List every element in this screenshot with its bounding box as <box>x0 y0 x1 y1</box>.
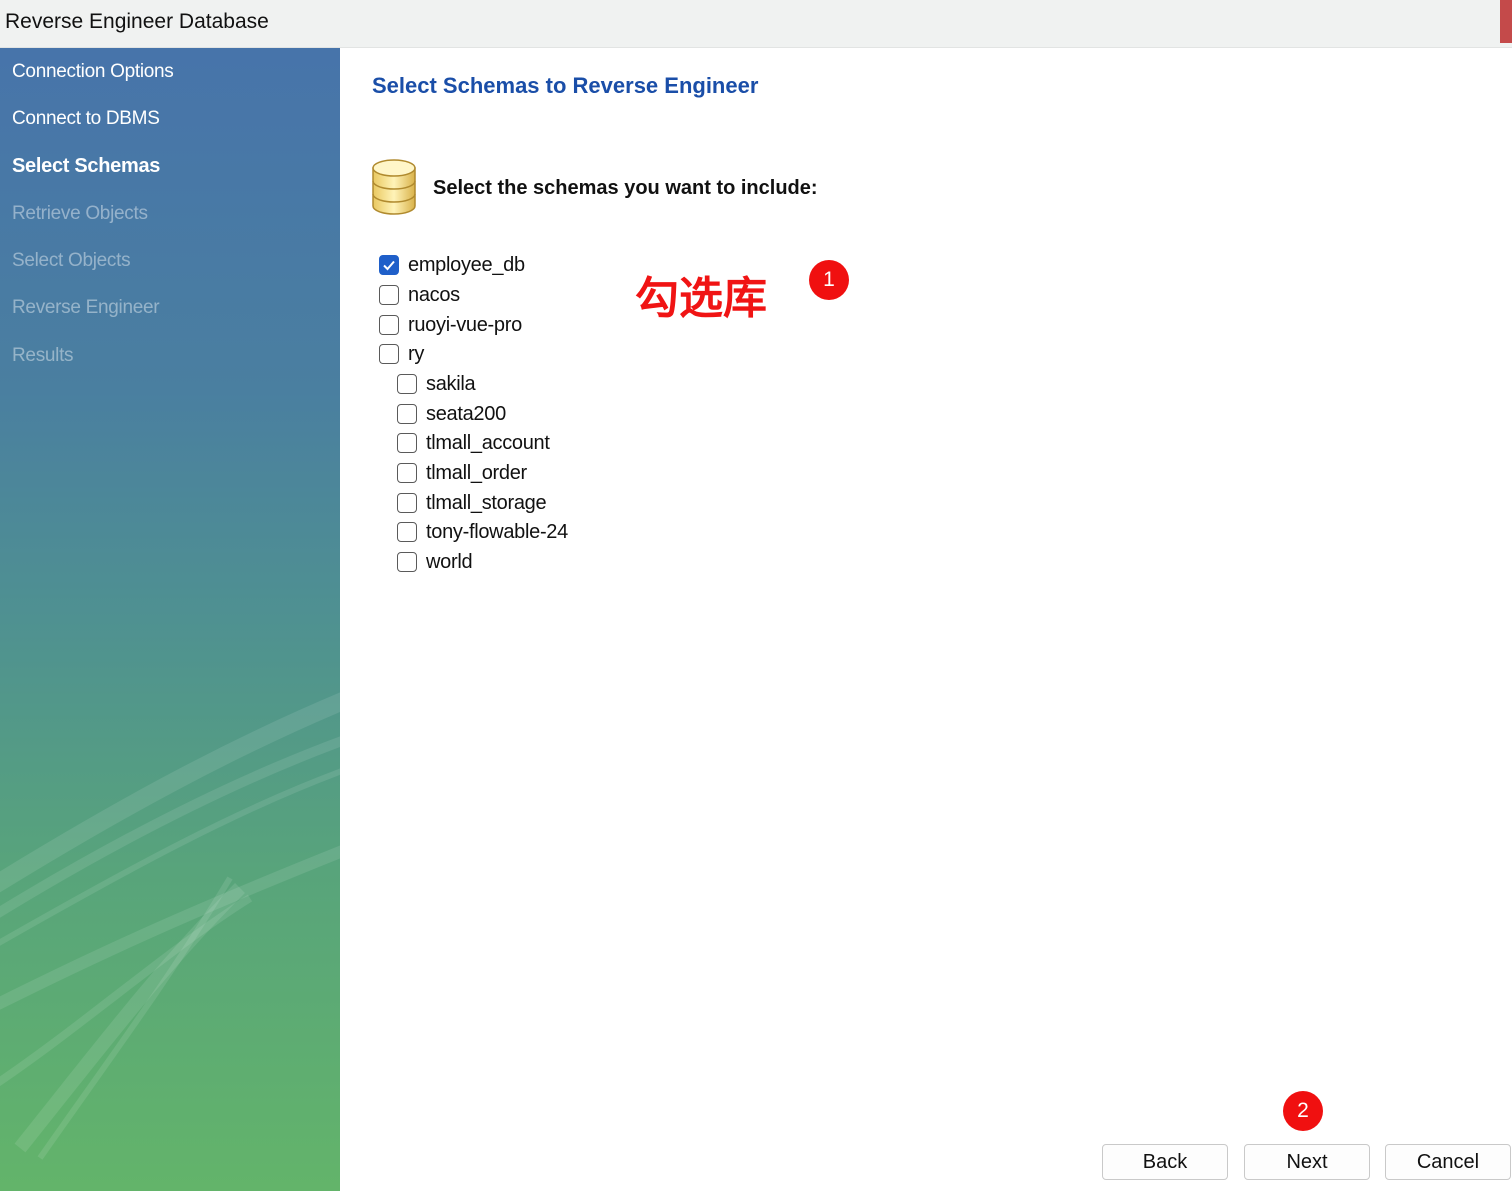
schema-checkbox[interactable] <box>397 374 417 394</box>
schema-label: ry <box>408 342 425 365</box>
schema-label: tlmall_storage <box>426 491 547 514</box>
page-heading: Select Schemas to Reverse Engineer <box>372 73 759 98</box>
step-connection-options: Connection Options <box>12 61 174 82</box>
schema-item[interactable]: employee_db <box>379 251 525 279</box>
schema-label: seata200 <box>426 402 506 425</box>
schema-checkbox[interactable] <box>379 315 399 335</box>
step-reverse-engineer: Reverse Engineer <box>12 297 160 318</box>
schema-checkbox[interactable] <box>397 463 417 483</box>
back-button[interactable]: Back <box>1102 1144 1228 1180</box>
schema-label: tlmall_account <box>426 431 550 454</box>
schema-label: ruoyi-vue-pro <box>408 313 522 336</box>
schema-label: nacos <box>408 283 460 306</box>
schema-item[interactable]: nacos <box>379 281 460 309</box>
schema-item[interactable]: sakila <box>397 370 476 398</box>
next-button[interactable]: Next <box>1244 1144 1370 1180</box>
schema-checkbox[interactable] <box>379 285 399 305</box>
window-title: Reverse Engineer Database <box>5 10 269 33</box>
cancel-button[interactable]: Cancel <box>1385 1144 1511 1180</box>
close-button[interactable] <box>1500 0 1512 43</box>
step-results: Results <box>12 345 74 366</box>
schemas-prompt: Select the schemas you want to include: <box>433 177 818 199</box>
schema-item[interactable]: seata200 <box>397 400 506 428</box>
schema-item[interactable]: tony-flowable-24 <box>397 518 568 546</box>
checkmark-icon <box>383 260 395 271</box>
schema-label: tony-flowable-24 <box>426 520 568 543</box>
wizard-steps-sidebar: Connection Options Connect to DBMS Selec… <box>0 48 340 1191</box>
schema-checkbox[interactable] <box>397 433 417 453</box>
step-retrieve-objects: Retrieve Objects <box>12 203 148 224</box>
annotation-badge-1: 1 <box>809 260 849 300</box>
step-select-schemas: Select Schemas <box>12 155 161 177</box>
schema-label: sakila <box>426 372 476 395</box>
schema-item[interactable]: ruoyi-vue-pro <box>379 311 522 339</box>
schema-checkbox[interactable] <box>397 522 417 542</box>
step-connect-to-dbms: Connect to DBMS <box>12 108 160 129</box>
title-bar: Reverse Engineer Database <box>0 0 1512 48</box>
schema-checkbox[interactable] <box>397 404 417 424</box>
schema-item[interactable]: ry <box>379 340 424 368</box>
annotation-badge-2: 2 <box>1283 1091 1323 1131</box>
schema-checkbox[interactable] <box>397 552 417 572</box>
schema-label: employee_db <box>408 253 525 276</box>
database-icon <box>372 159 416 215</box>
schema-item[interactable]: world <box>397 548 473 576</box>
schema-checkbox[interactable] <box>379 255 399 275</box>
schema-label: tlmall_order <box>426 461 527 484</box>
schema-item[interactable]: tlmall_storage <box>397 489 547 517</box>
step-select-objects: Select Objects <box>12 250 131 271</box>
schema-item[interactable]: tlmall_account <box>397 429 550 457</box>
annotation-select-db: 勾选库 <box>635 273 767 324</box>
schema-label: world <box>426 550 473 573</box>
schema-checkbox[interactable] <box>379 344 399 364</box>
schema-checkbox[interactable] <box>397 493 417 513</box>
schema-item[interactable]: tlmall_order <box>397 459 527 487</box>
